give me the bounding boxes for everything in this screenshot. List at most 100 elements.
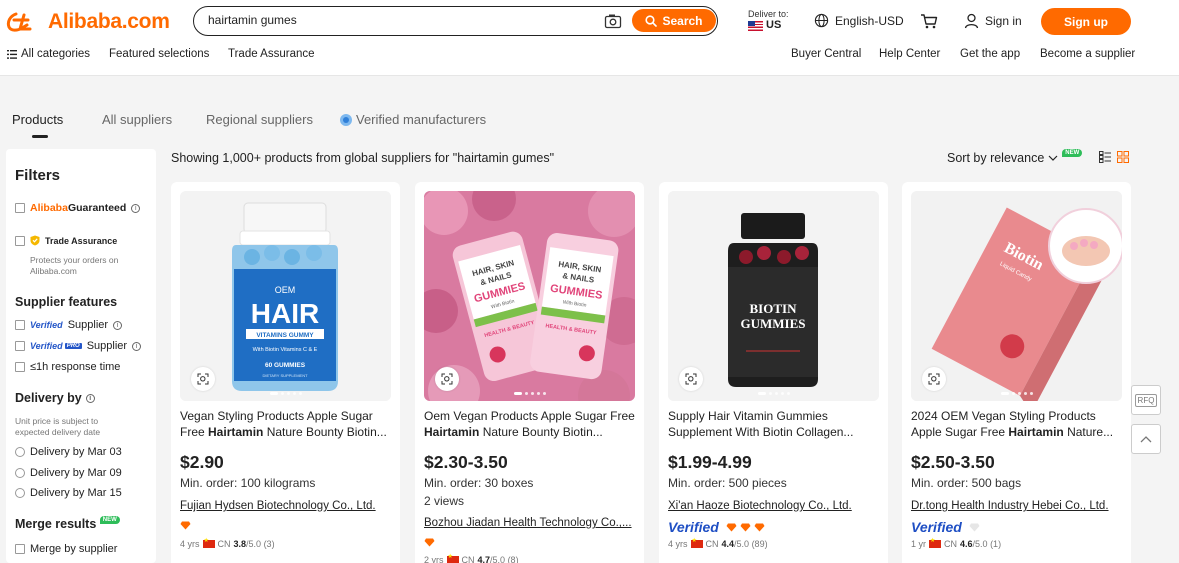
product-views: 2 views — [424, 494, 465, 508]
get-the-app-link[interactable]: Get the app — [960, 48, 1020, 60]
product-title[interactable]: Oem Vegan Products Apple Sugar Free Hair… — [424, 408, 635, 440]
info-icon[interactable]: i — [132, 341, 142, 351]
product-price: $2.90 — [180, 452, 224, 472]
alibaba-logo[interactable]: Alibaba.com — [6, 10, 170, 34]
image-search-button[interactable] — [191, 367, 215, 391]
min-order: Min. order: 30 boxes — [424, 476, 534, 490]
diamond-icon — [180, 521, 191, 530]
pro-badge: PRO — [64, 343, 82, 349]
delivery-option-label: Delivery by Mar 03 — [30, 446, 122, 458]
filter-verified-pro-supplier[interactable]: Verified PRO Supplier i — [15, 340, 142, 352]
product-price: $2.30-3.50 — [424, 452, 508, 472]
delivery-option-label: Delivery by Mar 15 — [30, 487, 122, 499]
camera-search-icon[interactable] — [604, 13, 622, 29]
back-to-top-button[interactable] — [1131, 424, 1161, 454]
trade-assurance-link[interactable]: Trade Assurance — [228, 48, 315, 60]
verified-logo: Verified — [30, 320, 63, 330]
featured-selections-link[interactable]: Featured selections — [109, 48, 209, 60]
sign-in-link[interactable]: Sign in — [964, 13, 1022, 29]
min-order: Min. order: 500 bags — [911, 476, 1022, 490]
product-image[interactable]: Biotin Liquid Candy — [911, 191, 1122, 401]
supplier-meta: 4 yrs CN 4.4/5.0 (89) — [668, 537, 768, 549]
image-search-button[interactable] — [435, 367, 459, 391]
info-icon[interactable]: i — [85, 393, 95, 403]
product-image[interactable]: OEM HAIR VITAMINS GUMMY With Biotin Vita… — [180, 191, 391, 401]
grid-view-icon[interactable] — [1117, 151, 1129, 163]
min-order: Min. order: 500 pieces — [668, 476, 787, 490]
supplier-link[interactable]: Xi'an Haoze Biotechnology Co., Ltd. — [668, 500, 879, 512]
checkbox[interactable] — [15, 320, 25, 330]
all-categories-menu[interactable]: All categories — [7, 48, 90, 60]
verified-badge-icon — [340, 113, 352, 126]
product-card[interactable]: BIOTIN GUMMIES Supply Hair Vitamin Gummi… — [659, 182, 888, 563]
product-card[interactable]: OEM HAIR VITAMINS GUMMY With Biotin Vita… — [171, 182, 400, 563]
image-search-button[interactable] — [679, 367, 703, 391]
delivery-option-mar03[interactable]: Delivery by Mar 03 — [15, 446, 122, 458]
delivery-option-label: Delivery by Mar 09 — [30, 467, 122, 479]
search-input[interactable] — [208, 13, 568, 27]
supplier-badges — [180, 521, 191, 530]
rfq-button[interactable]: RFQ — [1131, 385, 1161, 415]
tab-verified-manufacturers[interactable]: Verified manufacturers — [340, 112, 486, 127]
trade-assurance-label: Trade Assurance — [45, 235, 118, 246]
tab-all-suppliers[interactable]: All suppliers — [102, 112, 172, 127]
delivery-option-mar09[interactable]: Delivery by Mar 09 — [15, 467, 122, 479]
tab-products[interactable]: Products — [12, 112, 63, 138]
filter-verified-supplier[interactable]: Verified Supplier i — [15, 319, 123, 331]
alibaba-logo-icon — [6, 12, 32, 32]
checkbox[interactable] — [15, 235, 25, 246]
supplier-badges: Verified — [668, 519, 765, 535]
checkbox[interactable] — [15, 362, 25, 372]
filter-trade-assurance[interactable]: Trade Assurance — [15, 235, 117, 246]
supplier-rating: 4.4/5.0 (89) — [721, 539, 768, 549]
product-image[interactable]: BIOTIN GUMMIES — [668, 191, 879, 401]
product-title[interactable]: Vegan Styling Products Apple Sugar Free … — [180, 408, 391, 440]
language-selector[interactable]: English-USD — [814, 13, 904, 28]
radio-button[interactable] — [15, 488, 25, 498]
checkbox[interactable] — [15, 341, 25, 351]
list-view-icon[interactable] — [1099, 151, 1111, 163]
guaranteed-word: Guaranteed — [67, 202, 127, 214]
sort-dropdown[interactable]: Sort by relevance NEW — [947, 149, 1083, 165]
supplier-meta: 2 yrs CN 4.7/5.0 (8) — [424, 553, 519, 563]
product-title[interactable]: Supply Hair Vitamin Gummies Supplement W… — [668, 408, 879, 440]
filter-response-time[interactable]: ≤1h response time — [15, 361, 120, 373]
cart-button[interactable] — [920, 13, 938, 32]
search-button[interactable]: Search — [632, 9, 716, 32]
info-icon[interactable]: i — [131, 203, 141, 213]
product-title[interactable]: 2024 OEM Vegan Styling Products Apple Su… — [911, 408, 1122, 440]
supplier-link[interactable]: Fujian Hydsen Biotechnology Co., Ltd. — [180, 500, 391, 512]
deliver-to[interactable]: Deliver to: US — [748, 9, 789, 31]
image-carousel-dots[interactable] — [269, 392, 302, 395]
become-supplier-link[interactable]: Become a supplier — [1040, 48, 1135, 60]
image-search-button[interactable] — [922, 367, 946, 391]
delivery-option-mar15[interactable]: Delivery by Mar 15 — [15, 487, 122, 499]
product-image[interactable]: HAIR, SKIN & NAILS GUMMIES With Biotin H… — [424, 191, 635, 401]
results-summary: Showing 1,000+ products from global supp… — [171, 151, 555, 165]
supplier-years: 1 yr — [911, 539, 927, 549]
new-badge: NEW — [1062, 149, 1083, 157]
checkbox[interactable] — [15, 544, 25, 554]
all-categories-label: All categories — [21, 48, 91, 60]
help-center-link[interactable]: Help Center — [879, 48, 940, 60]
radio-button[interactable] — [15, 468, 25, 478]
supplier-country: CN — [461, 555, 475, 563]
supplier-link[interactable]: Bozhou Jiadan Health Technology Co.,... — [424, 517, 635, 529]
supplier-link[interactable]: Dr.tong Health Industry Hebei Co., Ltd. — [911, 500, 1122, 512]
product-card[interactable]: HAIR, SKIN & NAILS GUMMIES With Biotin H… — [415, 182, 644, 563]
image-carousel-dots[interactable] — [513, 392, 546, 395]
bottle-small: With Biotin Vitamins C & E — [253, 347, 318, 353]
buyer-central-link[interactable]: Buyer Central — [791, 48, 861, 60]
merge-results-title: Merge results NEW — [15, 516, 120, 531]
tab-regional-suppliers[interactable]: Regional suppliers — [206, 112, 313, 127]
filter-alibaba-guaranteed[interactable]: Alibaba Guaranteed i — [15, 202, 141, 214]
info-icon[interactable]: i — [113, 320, 123, 330]
filter-merge-by-supplier[interactable]: Merge by supplier — [15, 543, 117, 555]
view-toggle — [1099, 151, 1129, 163]
radio-button[interactable] — [15, 447, 25, 457]
image-carousel-dots[interactable] — [757, 392, 790, 395]
product-card[interactable]: Biotin Liquid Candy 2024 OEM Vegan Styli… — [902, 182, 1131, 563]
sign-up-button[interactable]: Sign up — [1041, 8, 1131, 35]
checkbox[interactable] — [15, 203, 25, 213]
image-carousel-dots[interactable] — [1000, 392, 1033, 395]
